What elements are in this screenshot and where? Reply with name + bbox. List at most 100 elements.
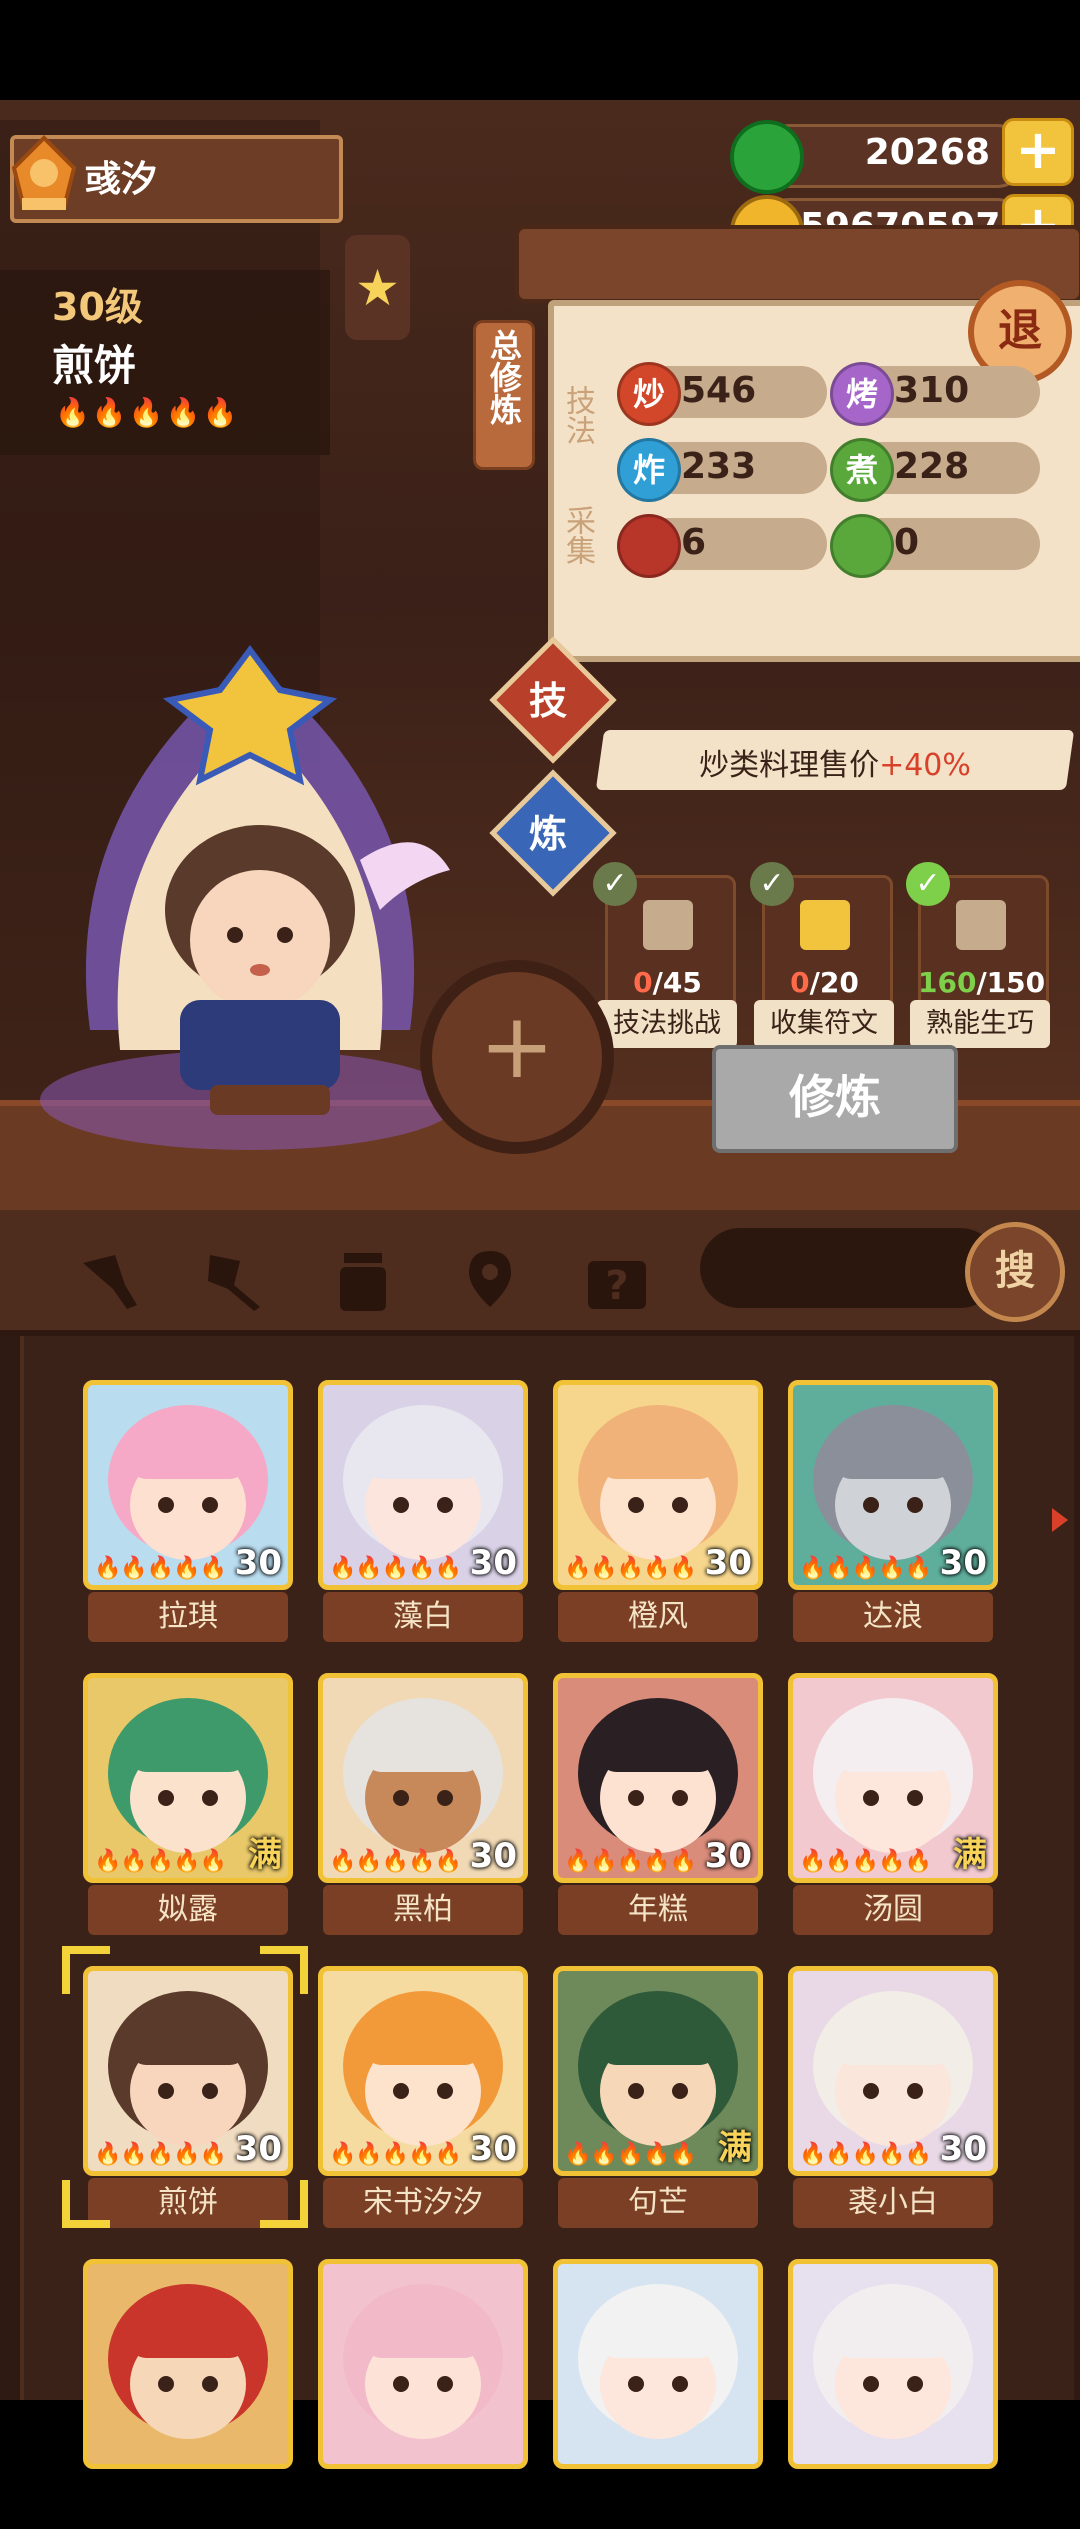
- jade-icon: [730, 120, 804, 194]
- chef-card[interactable]: 🔥🔥🔥🔥🔥 30 黑柏: [318, 1673, 528, 1943]
- technique-value: 233: [681, 446, 757, 487]
- chef-card-name: 宋书汐汐: [323, 2178, 523, 2228]
- jar-filter-icon[interactable]: [328, 1245, 398, 1315]
- chef-card-level: 30: [234, 1543, 282, 1583]
- refine-tab-label: 炼: [528, 812, 567, 856]
- chef-card[interactable]: 🔥🔥🔥🔥🔥 30 年糕: [553, 1673, 763, 1943]
- technique-label: 技法: [560, 385, 595, 445]
- chef-card[interactable]: 🔥🔥🔥🔥🔥 满汤圆: [788, 1673, 998, 1943]
- sign-text: 总修炼: [485, 329, 523, 425]
- chef-card-name: 姒露: [88, 1885, 288, 1935]
- chef-card[interactable]: 🔥🔥🔥🔥🔥 满姒露: [83, 1673, 293, 1943]
- chef-flame-rating: 🔥🔥🔥🔥🔥: [55, 396, 240, 429]
- vegetable-icon: [830, 514, 894, 578]
- spatula-filter-icon[interactable]: [200, 1245, 270, 1315]
- chef-card[interactable]: 🔥🔥🔥🔥🔥 30 裘小白: [788, 1966, 998, 2236]
- chef-portrait: [83, 2259, 293, 2469]
- chef-card[interactable]: [553, 2259, 763, 2529]
- task-total: /20: [809, 966, 859, 999]
- check-icon: ✓: [750, 862, 794, 906]
- chef-portrait: 🔥🔥🔥🔥🔥 满: [83, 1673, 293, 1883]
- chef-card-name: 橙风: [558, 1592, 758, 1642]
- add-jade-button[interactable]: +: [1002, 118, 1074, 186]
- bonus-value: +40%: [879, 748, 971, 783]
- scroll-icon: [956, 900, 1006, 950]
- card-flame-rating: 🔥🔥🔥🔥🔥: [564, 1556, 697, 1581]
- selection-corner-icon: [260, 1946, 308, 1994]
- chef-card[interactable]: 🔥🔥🔥🔥🔥 30 宋书汐汐: [318, 1966, 528, 2236]
- selection-corner-icon: [62, 1946, 110, 1994]
- chef-card-level: 30: [704, 1836, 752, 1876]
- search-button[interactable]: 搜: [965, 1222, 1065, 1322]
- total-cultivation-sign: 总修炼: [473, 320, 535, 470]
- card-flame-rating: 🔥🔥🔥🔥🔥: [799, 2142, 932, 2167]
- location-filter-icon[interactable]: [455, 1245, 525, 1315]
- chef-card-level: 30: [469, 1543, 517, 1583]
- gather-value: 6: [681, 522, 707, 563]
- skill-tab-label: 技: [528, 679, 567, 723]
- chef-portrait: 🔥🔥🔥🔥🔥 30: [83, 1966, 293, 2176]
- card-flame-rating: 🔥🔥🔥🔥🔥: [94, 2142, 227, 2167]
- chef-card[interactable]: 🔥🔥🔥🔥🔥 30 达浪: [788, 1380, 998, 1650]
- chef-card[interactable]: 🔥🔥🔥🔥🔥 30 橙风: [553, 1380, 763, 1650]
- chef-card[interactable]: [318, 2259, 528, 2529]
- check-icon: ✓: [593, 862, 637, 906]
- scroll-indicator-icon: [1052, 1508, 1068, 1532]
- chef-level: 30级: [52, 285, 143, 329]
- card-flame-rating: 🔥🔥🔥🔥🔥: [564, 2142, 697, 2167]
- favorite-star-icon[interactable]: ★: [345, 235, 410, 340]
- chef-card[interactable]: [83, 2259, 293, 2529]
- knife-filter-icon[interactable]: [75, 1245, 145, 1315]
- card-flame-rating: 🔥🔥🔥🔥🔥: [329, 1556, 462, 1581]
- selection-corner-icon: [260, 2180, 308, 2228]
- chef-card-name: 裘小白: [793, 2178, 993, 2228]
- chef-card-level: 30: [234, 2129, 282, 2169]
- gather-label: 采集: [560, 505, 595, 565]
- jade-amount: 20268: [864, 132, 990, 173]
- chef-portrait: 🔥🔥🔥🔥🔥 30: [788, 1380, 998, 1590]
- chef-portrait: 🔥🔥🔥🔥🔥 30: [788, 1966, 998, 2176]
- task-label: 熟能生巧: [910, 1000, 1050, 1048]
- chef-card[interactable]: 🔥🔥🔥🔥🔥 30 拉琪: [83, 1380, 293, 1650]
- map-question-filter-icon[interactable]: ?: [582, 1245, 652, 1315]
- scroll-icon: [643, 900, 693, 950]
- add-chef-button[interactable]: +: [420, 960, 614, 1154]
- chef-portrait: 🔥🔥🔥🔥🔥 30: [553, 1673, 763, 1883]
- cultivate-button[interactable]: 修炼: [712, 1045, 958, 1153]
- search-input[interactable]: [700, 1228, 1000, 1308]
- chef-card[interactable]: 🔥🔥🔥🔥🔥 满句芒: [553, 1966, 763, 2236]
- chef-character-art: [30, 630, 470, 1170]
- chef-card[interactable]: 🔥🔥🔥🔥🔥 30 藻白: [318, 1380, 528, 1650]
- card-flame-rating: 🔥🔥🔥🔥🔥: [799, 1849, 932, 1874]
- chef-portrait: [318, 2259, 528, 2469]
- task-label: 收集符文: [754, 1000, 894, 1048]
- task-total: /45: [652, 966, 702, 999]
- bonus-prefix: 炒类料理售价: [699, 748, 880, 783]
- rune-icon: [800, 900, 850, 950]
- chef-portrait: 🔥🔥🔥🔥🔥 满: [788, 1673, 998, 1883]
- chef-portrait: 🔥🔥🔥🔥🔥 30: [318, 1966, 528, 2176]
- chef-card-level: 30: [939, 1543, 987, 1583]
- chef-card-name: 句芒: [558, 2178, 758, 2228]
- chef-portrait: 🔥🔥🔥🔥🔥 30: [553, 1380, 763, 1590]
- player-avatar-icon[interactable]: [4, 128, 84, 216]
- chef-card-name: 煎饼: [88, 2178, 288, 2228]
- card-flame-rating: 🔥🔥🔥🔥🔥: [329, 2142, 462, 2167]
- chef-portrait: [788, 2259, 998, 2469]
- card-flame-rating: 🔥🔥🔥🔥🔥: [564, 1849, 697, 1874]
- technique-value: 310: [894, 370, 970, 411]
- technique-icon: 煮: [830, 438, 894, 502]
- chef-portrait: [553, 2259, 763, 2469]
- check-icon: ✓: [906, 862, 950, 906]
- chef-card-level: 30: [469, 2129, 517, 2169]
- chef-portrait: 🔥🔥🔥🔥🔥 30: [83, 1380, 293, 1590]
- svg-text:?: ?: [605, 1263, 628, 1309]
- card-flame-rating: 🔥🔥🔥🔥🔥: [94, 1556, 227, 1581]
- chef-card-name: 年糕: [558, 1885, 758, 1935]
- chef-card[interactable]: [788, 2259, 998, 2529]
- status-bar: [0, 0, 1080, 100]
- chef-card-name: 藻白: [323, 1592, 523, 1642]
- player-name: 彧汐: [85, 159, 158, 200]
- chef-card-level: 满: [953, 1835, 987, 1875]
- bonus-text: 炒类料理售价+40%: [600, 740, 1070, 784]
